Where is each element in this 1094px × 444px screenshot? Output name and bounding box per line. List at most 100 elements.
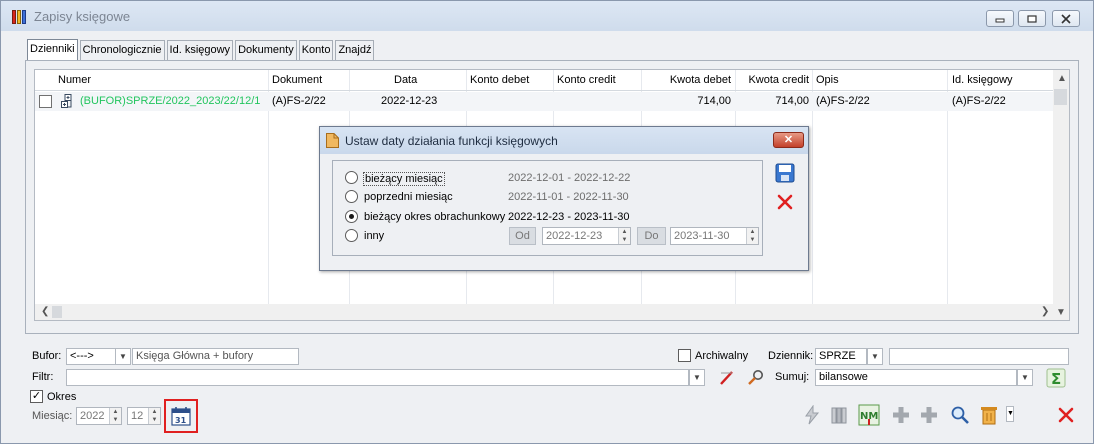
cell-kwota-credit: 714,00 <box>775 95 809 107</box>
checkmark-icon: ✓ <box>31 390 42 402</box>
chevron-down-icon: ▼ <box>871 352 879 361</box>
delete-options-dropdown[interactable]: ▼ <box>1006 406 1014 422</box>
date-options-frame: bieżący miesiąc 2022-12-01 - 2022-12-22 … <box>332 160 763 256</box>
dziennik-description <box>889 348 1069 365</box>
label-biezacy-okres[interactable]: bieżący okres obrachunkowy <box>364 211 505 223</box>
chevron-down-icon: ▼ <box>693 373 701 382</box>
dziennik-select[interactable]: SPRZE <box>815 348 867 365</box>
nm-icon: NM <box>858 404 880 426</box>
close-window-button[interactable] <box>1052 10 1080 27</box>
col-konto-credit[interactable]: Konto credit <box>554 70 619 90</box>
tab-dokumenty[interactable]: Dokumenty <box>235 40 297 60</box>
col-konto-debet[interactable]: Konto debet <box>467 70 532 90</box>
month-spinner[interactable]: 12 ▲ ▼ <box>127 407 161 425</box>
year-value: 2022 <box>80 410 105 422</box>
radio-poprzedni-miesiac[interactable] <box>345 190 358 203</box>
cancel-button[interactable] <box>774 191 796 213</box>
sumuj-select[interactable]: bilansowe <box>815 369 1017 386</box>
radio-biezacy-okres[interactable] <box>345 210 358 223</box>
add-copy-button[interactable] <box>917 403 941 427</box>
cell-konto-credit <box>554 92 560 111</box>
do-button[interactable]: Do <box>637 227 666 245</box>
col-data[interactable]: Data <box>391 70 420 90</box>
radio-inny[interactable] <box>345 229 358 242</box>
dialog-title: Ustaw daty działania funkcji księgowych <box>345 134 558 148</box>
dialog-close-button[interactable]: ✕ <box>773 132 804 148</box>
year-spinner[interactable]: 2022 ▲ ▼ <box>76 407 122 425</box>
okres-checkbox[interactable]: ✓ <box>30 390 43 403</box>
cell-opis: (A)FS-2/22 <box>816 95 870 107</box>
bufor-dropdown-button[interactable]: ▼ <box>115 348 131 365</box>
od-spinner[interactable]: ▲ ▼ <box>618 228 630 244</box>
month-spinner-arrows[interactable]: ▲ ▼ <box>148 408 160 424</box>
chevron-down-icon: ▼ <box>1021 373 1029 382</box>
sum-button[interactable]: Σ <box>1044 366 1068 390</box>
col-kwota-credit[interactable]: Kwota credit <box>730 70 812 90</box>
books-button[interactable] <box>828 403 852 427</box>
filter-builder-button[interactable] <box>744 366 768 390</box>
tab-chronologicznie[interactable]: Chronologicznie <box>79 40 165 60</box>
scroll-thumb[interactable] <box>1054 89 1067 105</box>
search-button[interactable] <box>948 403 972 427</box>
scroll-left-icon[interactable]: ❮ <box>41 306 49 317</box>
tab-konto[interactable]: Konto <box>298 40 334 60</box>
date-settings-dialog: Ustaw daty działania funkcji księgowych … <box>319 126 809 271</box>
do-spinner[interactable]: ▲ ▼ <box>746 228 758 244</box>
label-poprzedni-miesiac[interactable]: poprzedni miesiąc <box>364 191 453 203</box>
tab-id-ksiegowy[interactable]: Id. księgowy <box>166 40 234 60</box>
do-date-field[interactable]: 2023-11-30 ▲ ▼ <box>670 227 759 245</box>
scroll-thumb-horizontal[interactable] <box>52 306 62 318</box>
header-divider <box>35 90 1053 91</box>
tab-bar: Dzienniki Chronologicznie Id. księgowy D… <box>27 39 376 61</box>
tab-dzienniki[interactable]: Dzienniki <box>27 39 78 61</box>
col-numer[interactable]: Numer <box>55 70 94 90</box>
bufor-select[interactable]: <---> <box>66 348 116 365</box>
filtr-dropdown-button[interactable]: ▼ <box>689 369 705 386</box>
tab-znajdz[interactable]: Znajdź <box>335 40 375 60</box>
archiwalny-checkbox[interactable] <box>678 349 691 362</box>
label-biezacy-miesiac[interactable]: bieżący miesiąc <box>363 172 445 186</box>
lightning-button[interactable] <box>800 403 824 427</box>
maximize-button[interactable] <box>1018 10 1046 27</box>
table-row[interactable]: (BUFOR)SPRZE/2022_2023/22/12/1 (A)FS-2/2… <box>35 92 1053 111</box>
scroll-up-icon[interactable]: ▲ <box>1057 73 1067 84</box>
books-icon <box>831 407 847 424</box>
od-button[interactable]: Od <box>509 227 536 245</box>
label-inny[interactable]: inny <box>364 230 384 242</box>
scroll-down-icon[interactable]: ▼ <box>1056 307 1066 318</box>
filtr-input[interactable] <box>66 369 689 386</box>
horizontal-scrollbar[interactable]: ❮ ❯ ▼ <box>35 304 1069 320</box>
svg-text:31: 31 <box>175 416 187 425</box>
scroll-right-icon[interactable]: ❯ <box>1041 306 1049 317</box>
col-dokument[interactable]: Dokument <box>269 70 325 90</box>
close-button[interactable] <box>1054 403 1078 427</box>
cell-id-ksiegowy: (A)FS-2/22 <box>952 95 1006 107</box>
cell-kwota-debet: 714,00 <box>697 95 731 107</box>
cell-dokument: (A)FS-2/22 <box>272 95 326 107</box>
sumuj-dropdown-button[interactable]: ▼ <box>1017 369 1033 386</box>
maximize-icon <box>1027 14 1037 23</box>
add-button[interactable] <box>889 403 913 427</box>
od-date-field[interactable]: 2022-12-23 ▲ ▼ <box>542 227 631 245</box>
do-date-value: 2023-11-30 <box>674 230 730 242</box>
col-kwota-debet[interactable]: Kwota debet <box>642 70 734 90</box>
minimize-button[interactable] <box>986 10 1014 27</box>
save-button[interactable] <box>774 162 796 184</box>
radio-biezacy-miesiac[interactable] <box>345 171 358 184</box>
col-opis[interactable]: Opis <box>813 70 842 90</box>
calendar-button[interactable]: 31 <box>169 404 193 428</box>
year-spinner-arrows[interactable]: ▲ ▼ <box>109 408 121 424</box>
minimize-icon <box>995 18 1005 22</box>
row-checkbox[interactable] <box>39 95 52 108</box>
dziennik-dropdown-button[interactable]: ▼ <box>867 348 883 365</box>
app-books-icon <box>12 9 28 25</box>
clear-filter-button[interactable] <box>715 366 739 390</box>
delete-button[interactable] <box>977 403 1001 427</box>
close-icon <box>1061 13 1071 24</box>
col-id-ksiegowy[interactable]: Id. księgowy <box>949 70 1016 90</box>
nm-button[interactable]: NM <box>857 403 881 427</box>
wrench-icon <box>748 370 763 385</box>
vertical-scrollbar[interactable]: ▲ <box>1053 70 1069 304</box>
dialog-title-bar: Ustaw daty działania funkcji księgowych … <box>320 127 808 154</box>
cell-data: 2022-12-23 <box>381 95 438 107</box>
